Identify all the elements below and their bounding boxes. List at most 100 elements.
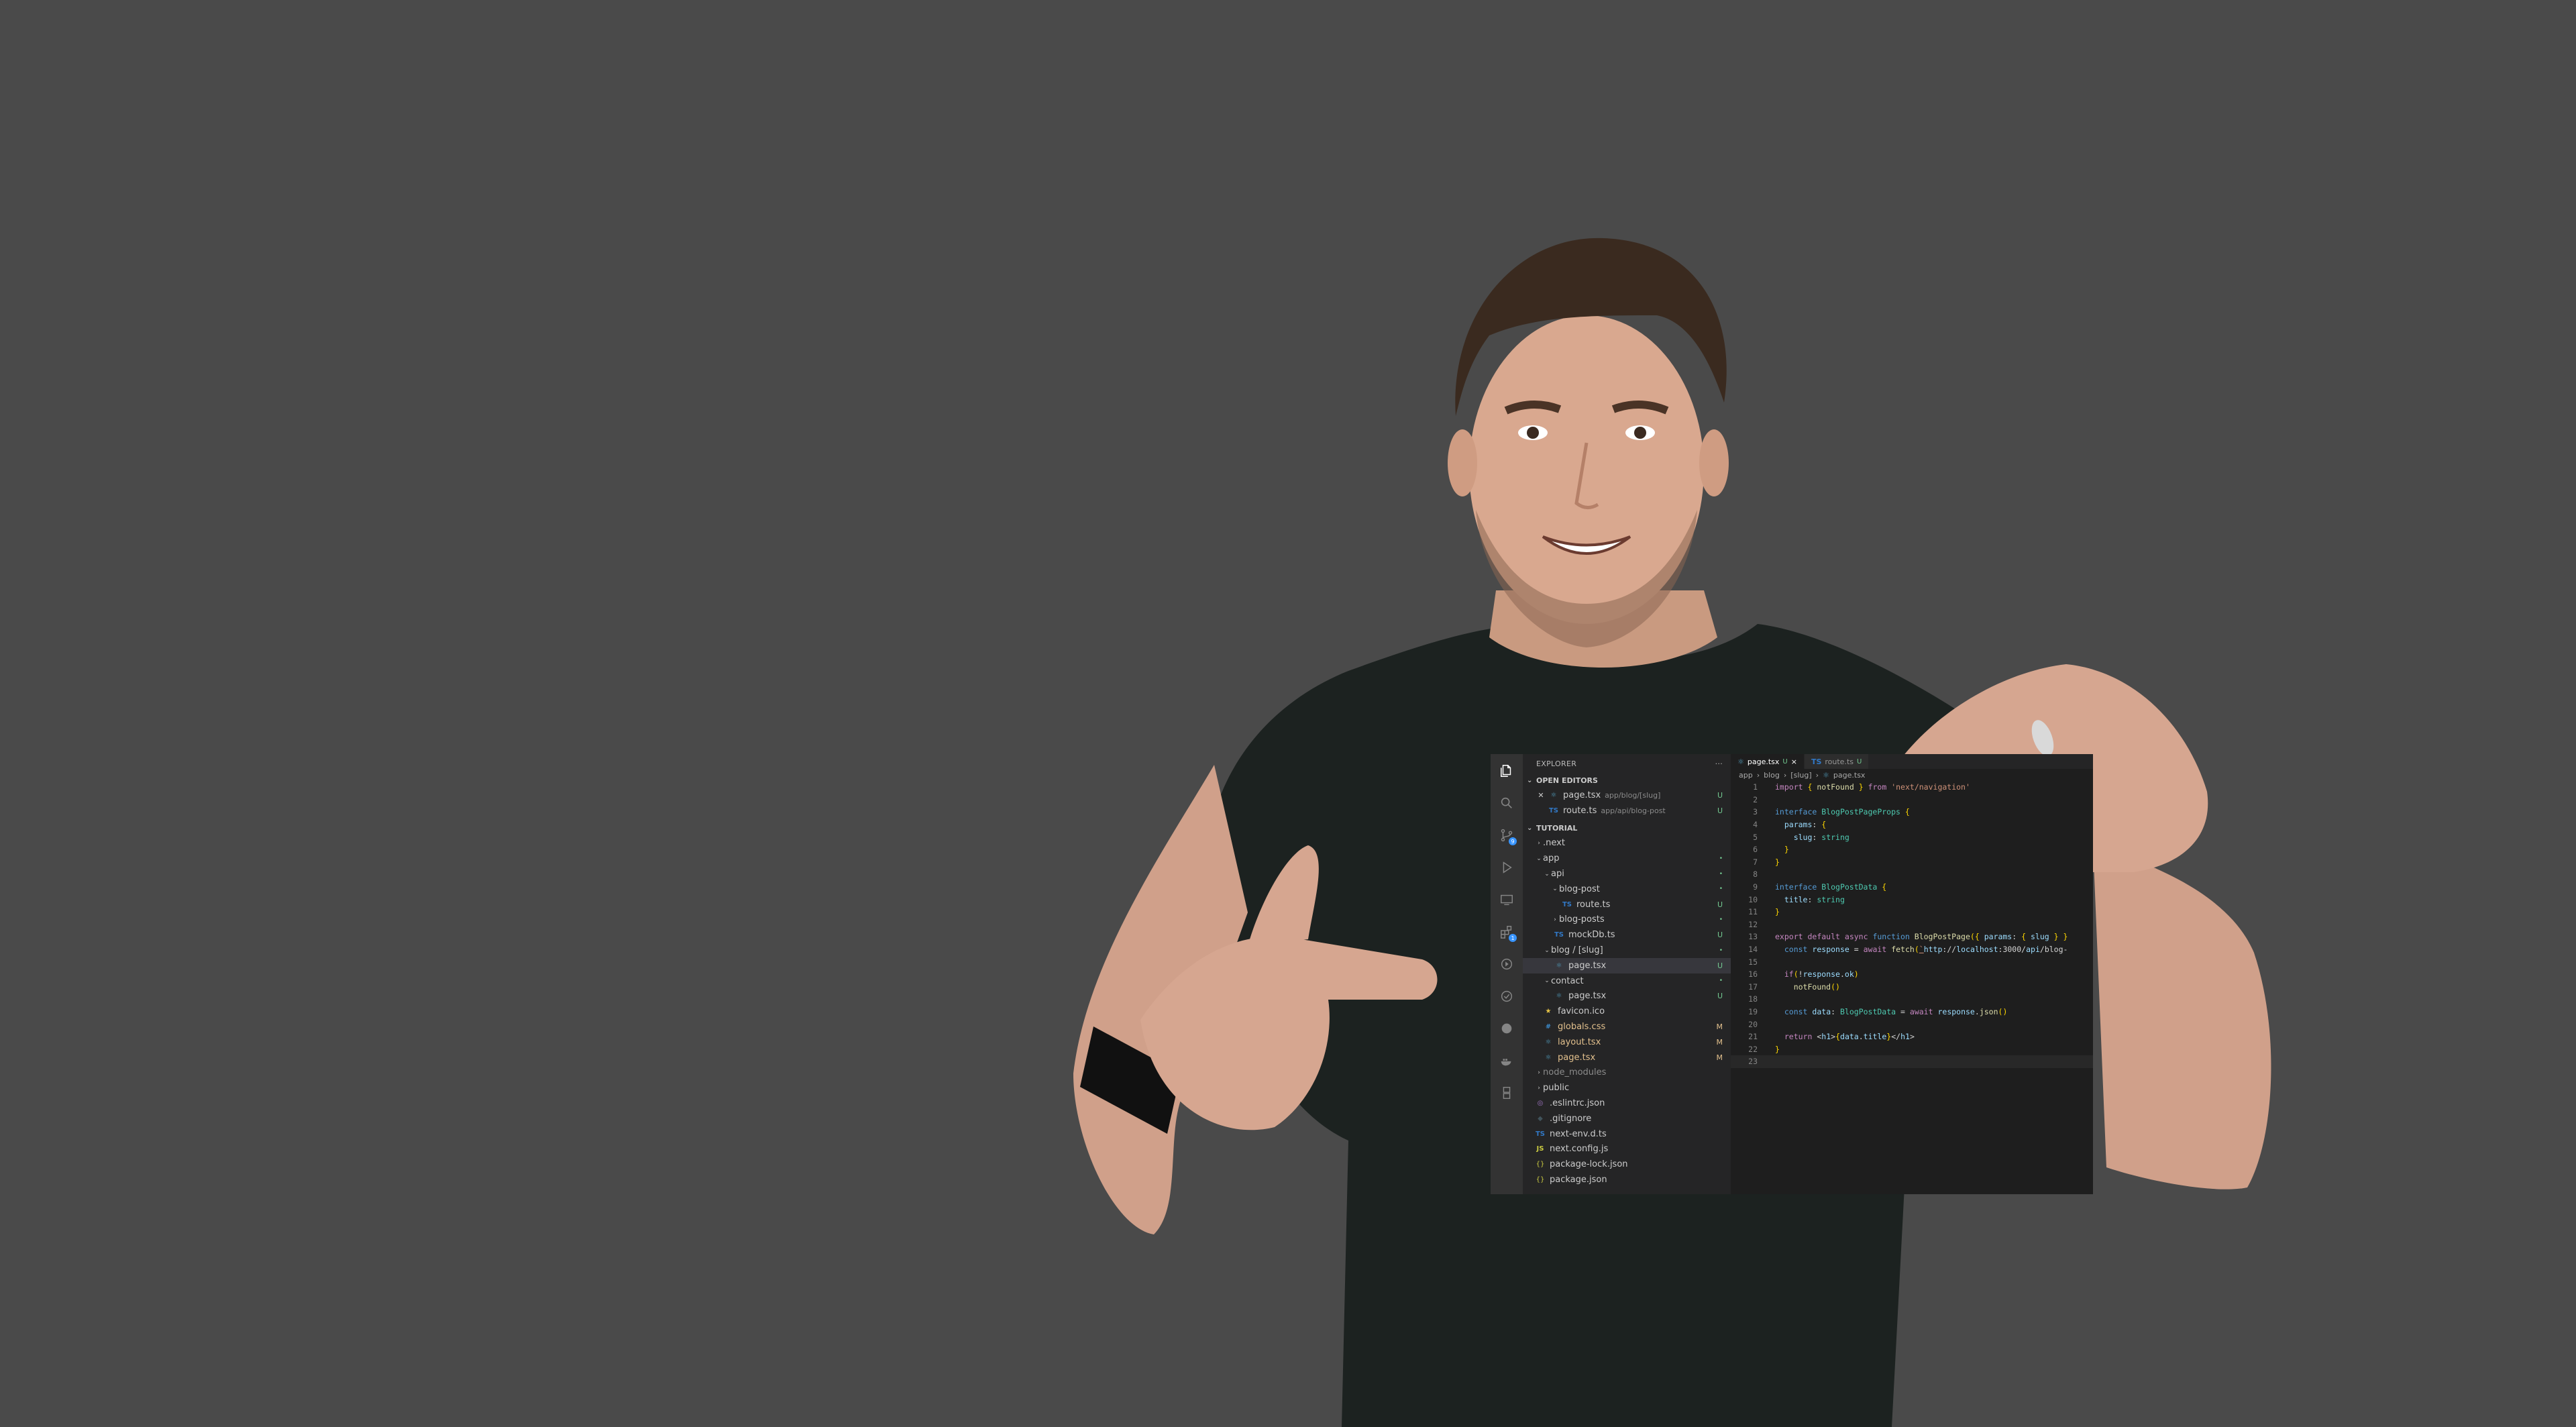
source-control-icon[interactable]: 9 [1499,828,1517,845]
tool-icon[interactable] [1499,1086,1514,1100]
code-line[interactable]: 1 import { notFound } from 'next/navigati… [1731,781,2093,794]
code-line[interactable]: 20 [1731,1018,2093,1030]
git-status: M [1716,1053,1723,1062]
tree-file[interactable]: ★ favicon.ico [1523,1004,1731,1019]
tree-label: next.config.js [1550,1144,1609,1155]
tree-label: .next [1543,838,1565,849]
chevron-down-icon: ⌄ [1527,776,1533,784]
code-line[interactable]: 11} [1731,906,2093,918]
tree-folder[interactable]: › public [1523,1080,1731,1096]
tree-file[interactable]: ⚛ layout.tsx M [1523,1035,1731,1050]
workspace-section[interactable]: ⌄ TUTORIAL [1523,821,1731,836]
code-text: title: string [1784,894,1845,904]
git-status: U [1717,992,1723,1001]
typescript-file-icon: TS [1811,757,1822,766]
tree-file[interactable]: {} package.json [1523,1172,1731,1187]
code-line[interactable]: 7} [1731,856,2093,869]
git-status: • [1719,916,1723,923]
tree-file[interactable]: TS mockDb.ts U [1523,927,1731,943]
react-file-icon: ⚛ [1556,992,1562,1000]
explorer-title: EXPLORER [1536,759,1577,768]
code-line[interactable]: 22} [1731,1043,2093,1055]
tree-file[interactable]: JS next.config.js [1523,1142,1731,1157]
code-text: if(!response.ok) [1784,969,1859,980]
breadcrumb-item[interactable]: page.tsx [1833,771,1866,780]
extensions-icon[interactable]: 1 [1499,924,1517,942]
code-line[interactable]: 2 [1731,794,2093,806]
remote-explorer-icon[interactable] [1499,892,1514,907]
run-debug-icon[interactable] [1499,860,1514,875]
tab-status: U [1857,757,1862,765]
open-editor-item[interactable]: TS route.ts app/api/blog-post U [1523,803,1731,818]
tab-route-ts[interactable]: TS route.ts U [1804,754,1870,769]
timeline-icon[interactable] [1499,957,1514,971]
code-line[interactable]: 3 interface BlogPostPageProps { [1731,806,2093,818]
code-line[interactable]: 12 [1731,918,2093,931]
tree-file[interactable]: TS next-env.d.ts [1523,1126,1731,1142]
breadcrumb-item[interactable]: blog [1764,771,1780,780]
tree-label: app [1543,853,1560,864]
github-icon[interactable] [1499,1021,1514,1036]
files-icon[interactable] [1499,763,1514,778]
code-line[interactable]: 4 params: { [1731,818,2093,831]
code-text: import { notFound } from 'next/navigatio… [1775,782,1970,792]
breadcrumb-item[interactable]: [slug] [1790,771,1811,780]
chevron-right-icon: › [1538,1069,1540,1076]
tree-folder[interactable]: ⌄ blog / [slug] • [1523,943,1731,958]
close-icon[interactable]: × [1791,757,1797,766]
code-line[interactable]: 15 [1731,955,2093,968]
tree-folder[interactable]: ⌄ blog-post • [1523,882,1731,897]
tree-folder[interactable]: › node_modules [1523,1065,1731,1081]
code-line[interactable]: 5 slug: string [1731,831,2093,843]
right-arm [2093,845,2271,1190]
code-line[interactable]: 17 notFound() [1731,981,2093,994]
code-line[interactable]: 14 const response = await fetch(`http://… [1731,943,2093,956]
code-line[interactable]: 16 if(!response.ok) [1731,968,2093,981]
tree-file[interactable]: ⚛ page.tsx M [1523,1050,1731,1065]
search-icon[interactable] [1499,796,1514,810]
code-line[interactable]: 6 } [1731,843,2093,856]
breadcrumb-item[interactable]: app [1739,771,1753,780]
tree-file[interactable]: ◆ .gitignore [1523,1111,1731,1126]
code-line[interactable]: 9 interface BlogPostData { [1731,881,2093,894]
open-editors-section[interactable]: ⌄ OPEN EDITORS [1523,773,1731,788]
react-file-icon: ⚛ [1550,791,1557,799]
tree-file[interactable]: ⚛ page.tsx U [1523,989,1731,1004]
code-line[interactable]: 23 [1731,1055,2093,1068]
tree-file[interactable]: ◎ .eslintrc.json [1523,1096,1731,1111]
tree-folder[interactable]: › .next [1523,836,1731,851]
code-line[interactable]: 13 export default async function BlogPost… [1731,931,2093,943]
line-number: 20 [1748,1019,1758,1029]
close-icon[interactable]: ✕ [1536,791,1546,800]
line-number: 14 [1748,945,1758,955]
code-line[interactable]: 19 const data: BlogPostData = await resp… [1731,1006,2093,1018]
tree-file[interactable]: {} package-lock.json [1523,1157,1731,1172]
testing-icon[interactable] [1499,989,1514,1004]
code-line[interactable]: 10 title: string [1731,893,2093,906]
code-line[interactable]: 21 return <h1>{data.title}</h1> [1731,1030,2093,1043]
code-line[interactable]: 18 [1731,993,2093,1006]
line-number: 17 [1748,982,1758,992]
tree-file[interactable]: # globals.css M [1523,1019,1731,1035]
docker-icon[interactable] [1499,1053,1514,1068]
json-file-icon: {} [1536,1176,1545,1184]
tree-label: page.tsx [1568,991,1607,1002]
open-editor-item[interactable]: ✕ ⚛ page.tsx app/blog/[slug] U [1523,788,1731,803]
tree-folder[interactable]: › blog-posts • [1523,912,1731,928]
tree-folder[interactable]: ⌄ contact • [1523,973,1731,989]
tree-folder[interactable]: ⌄ app • [1523,851,1731,866]
tab-status: U [1782,757,1788,765]
code-line[interactable]: 8 [1731,868,2093,881]
tree-file[interactable]: TS route.ts U [1523,897,1731,912]
tree-file-selected[interactable]: ⚛ page.tsx U [1523,957,1731,973]
tree-label: .gitignore [1550,1113,1592,1124]
typescript-file-icon: TS [1562,900,1572,908]
explorer-more-button[interactable]: ··· [1715,759,1723,768]
tree-label: layout.tsx [1558,1037,1601,1047]
tree-folder[interactable]: ⌄ api • [1523,866,1731,882]
typescript-file-icon: TS [1548,806,1559,814]
tab-page-tsx[interactable]: ⚛ page.tsx U × [1731,754,1805,769]
code-editor[interactable]: 1 import { notFound } from 'next/navigati… [1731,781,2093,1068]
line-number: 6 [1753,845,1758,855]
tree-label: blog-post [1559,884,1600,894]
